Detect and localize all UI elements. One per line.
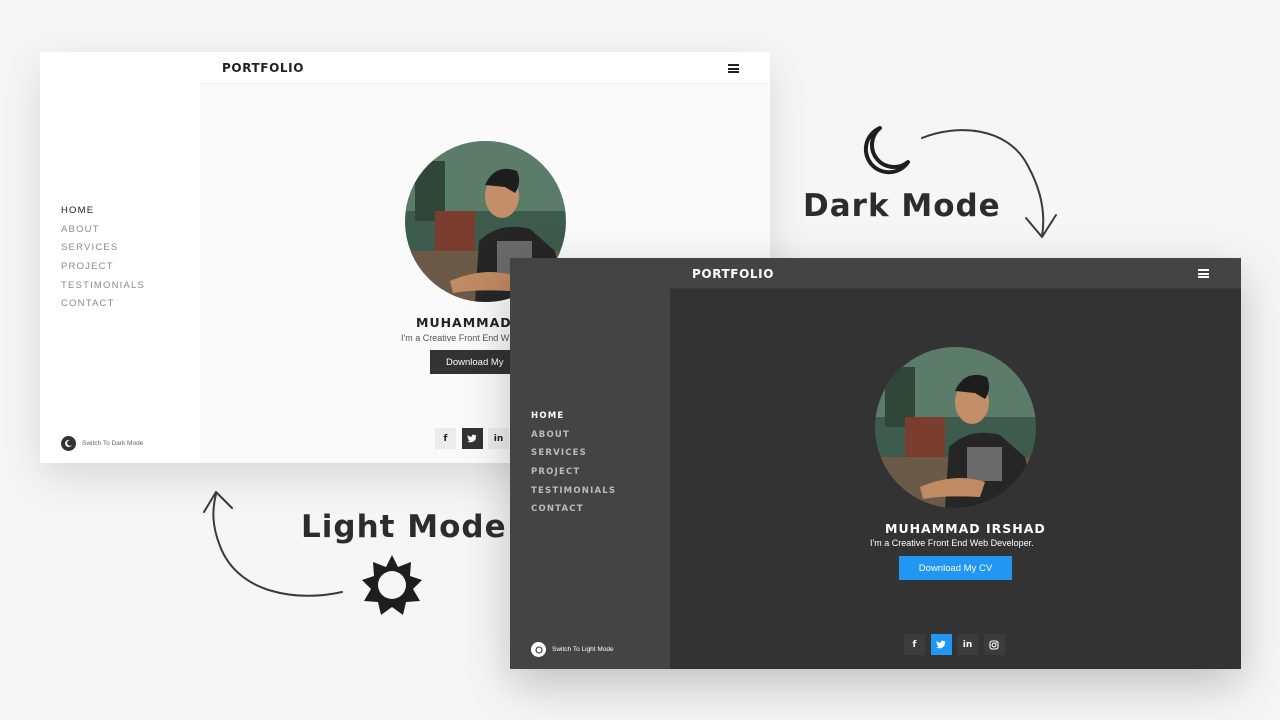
logo[interactable]: PORTFOLIO [692, 267, 774, 281]
hamburger-menu-icon[interactable] [1198, 269, 1209, 278]
twitter-icon[interactable] [461, 428, 483, 449]
nav-item-project[interactable]: PROJECT [61, 258, 145, 277]
twitter-icon[interactable] [930, 634, 952, 655]
sun-icon [531, 642, 546, 657]
nav-item-contact[interactable]: CONTACT [531, 500, 616, 519]
sun-icon [362, 555, 422, 615]
theme-switch-label: Switch To Light Mode [552, 646, 614, 653]
nav-item-testimonials[interactable]: TESTIMONIALS [61, 277, 145, 296]
theme-switch[interactable]: Switch To Light Mode [531, 642, 614, 657]
social-links: f in [435, 428, 515, 449]
nav-item-about[interactable]: ABOUT [61, 221, 145, 240]
linkedin-icon[interactable]: in [488, 428, 509, 449]
nav-item-home[interactable]: HOME [61, 202, 145, 221]
logo[interactable]: PORTFOLIO [222, 61, 304, 75]
nav-item-contact[interactable]: CONTACT [61, 295, 145, 314]
nav-item-services[interactable]: SERVICES [61, 239, 145, 258]
download-cv-button[interactable]: Download My CV [899, 556, 1012, 580]
sidebar: HOME ABOUT SERVICES PROJECT TESTIMONIALS… [510, 258, 670, 669]
hero-name: MUHAMMAD I [416, 315, 523, 330]
hamburger-menu-icon[interactable] [728, 64, 739, 73]
instagram-icon[interactable] [983, 634, 1005, 655]
nav-menu: HOME ABOUT SERVICES PROJECT TESTIMONIALS… [61, 202, 145, 314]
top-bar: PORTFOLIO [200, 52, 770, 84]
top-bar: PORTFOLIO [670, 258, 1241, 289]
moon-icon [61, 436, 76, 451]
theme-switch-label: Switch To Dark Mode [82, 440, 144, 447]
nav-menu: HOME ABOUT SERVICES PROJECT TESTIMONIALS… [531, 407, 616, 519]
facebook-icon[interactable]: f [904, 634, 925, 655]
theme-switch[interactable]: Switch To Dark Mode [61, 436, 143, 451]
profile-photo [875, 347, 1036, 508]
hero-name: MUHAMMAD IRSHAD [885, 521, 1046, 536]
social-links: f in [904, 634, 1010, 655]
nav-item-services[interactable]: SERVICES [531, 444, 616, 463]
hero-subtitle: I'm a Creative Front End Web Developer. [870, 538, 1034, 548]
curved-arrow-icon [203, 491, 343, 597]
sidebar: HOME ABOUT SERVICES PROJECT TESTIMONIALS… [40, 52, 200, 463]
nav-item-home[interactable]: HOME [531, 407, 616, 426]
nav-item-about[interactable]: ABOUT [531, 426, 616, 445]
nav-item-testimonials[interactable]: TESTIMONIALS [531, 482, 616, 501]
nav-item-project[interactable]: PROJECT [531, 463, 616, 482]
hero-subtitle: I'm a Creative Front End W [401, 333, 510, 343]
curved-arrow-icon [921, 129, 1057, 238]
facebook-icon[interactable]: f [435, 428, 456, 449]
dark-mode-window: HOME ABOUT SERVICES PROJECT TESTIMONIALS… [510, 258, 1241, 669]
moon-icon [863, 126, 910, 175]
linkedin-icon[interactable]: in [957, 634, 978, 655]
